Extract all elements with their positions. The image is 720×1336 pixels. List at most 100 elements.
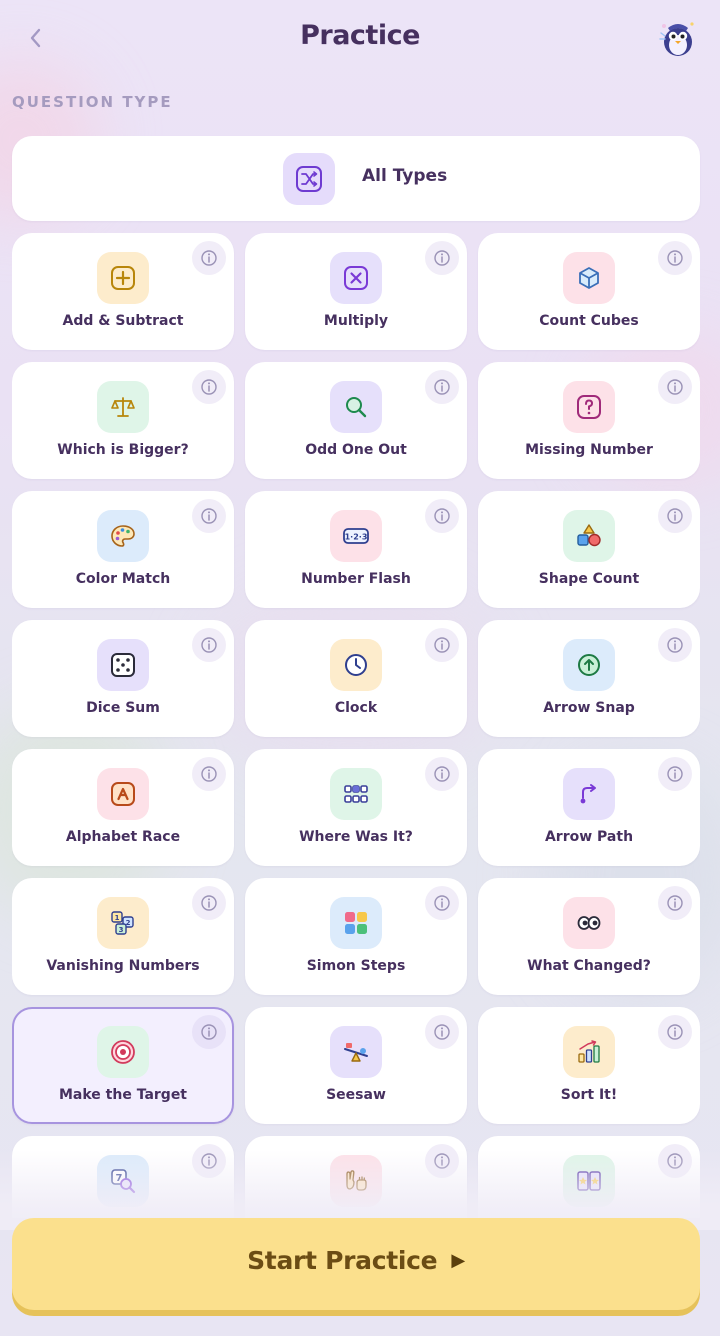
card-add-subtract[interactable]: Add & Subtract bbox=[12, 233, 234, 350]
info-icon[interactable] bbox=[192, 499, 226, 533]
info-icon[interactable] bbox=[192, 886, 226, 920]
info-icon[interactable] bbox=[425, 499, 459, 533]
card-vanishing-numbers[interactable]: 123 Vanishing Numbers bbox=[12, 878, 234, 995]
card-label: Dice Sum bbox=[86, 700, 160, 716]
card-label: Arrow Path bbox=[544, 829, 634, 845]
card-multiply[interactable]: Multiply bbox=[245, 233, 467, 350]
info-icon[interactable] bbox=[192, 241, 226, 275]
clock-icon bbox=[330, 639, 382, 691]
card-label: Which is Bigger? bbox=[57, 442, 189, 458]
card-label: Arrow Snap bbox=[543, 700, 635, 716]
bar-sort-icon bbox=[563, 1026, 615, 1078]
info-icon[interactable] bbox=[658, 757, 692, 791]
multiply-box-icon bbox=[330, 252, 382, 304]
page-title: Practice bbox=[300, 20, 420, 51]
grid-dots-icon bbox=[330, 768, 382, 820]
info-icon[interactable] bbox=[192, 628, 226, 662]
info-icon[interactable] bbox=[425, 370, 459, 404]
card-label: Color Match bbox=[75, 571, 171, 587]
card-which-is-bigger[interactable]: Which is Bigger? bbox=[12, 362, 234, 479]
card-label: Seesaw bbox=[326, 1087, 386, 1103]
card-alphabet-race[interactable]: Alphabet Race bbox=[12, 749, 234, 866]
card-label: Multiply bbox=[323, 313, 389, 329]
card-missing-number[interactable]: Missing Number bbox=[478, 362, 700, 479]
scale-icon bbox=[97, 381, 149, 433]
info-icon[interactable] bbox=[425, 1015, 459, 1049]
info-icon[interactable] bbox=[425, 886, 459, 920]
card-arrow-path[interactable]: Arrow Path bbox=[478, 749, 700, 866]
card-label: Simon Steps bbox=[306, 958, 406, 974]
play-icon: ▶ bbox=[451, 1250, 465, 1271]
card-odd-one-out[interactable]: Odd One Out bbox=[245, 362, 467, 479]
info-icon[interactable] bbox=[658, 241, 692, 275]
card-label: Add & Subtract bbox=[62, 313, 184, 329]
card-label: Shape Count bbox=[538, 571, 640, 587]
card-simon-steps[interactable]: Simon Steps bbox=[245, 878, 467, 995]
question-box-icon bbox=[563, 381, 615, 433]
plus-box-icon bbox=[97, 252, 149, 304]
card-what-changed[interactable]: What Changed? bbox=[478, 878, 700, 995]
svg-text:2: 2 bbox=[126, 919, 131, 927]
number-sequence-icon: 1·2·3 bbox=[330, 510, 382, 562]
card-label: Where Was It? bbox=[299, 829, 413, 845]
info-icon[interactable] bbox=[425, 757, 459, 791]
eyes-icon bbox=[563, 897, 615, 949]
question-type-grid: Add & Subtract Multiply Count Cubes Whic… bbox=[12, 233, 700, 1218]
card-label: What Changed? bbox=[527, 958, 651, 974]
cube-icon bbox=[563, 252, 615, 304]
card-label: Vanishing Numbers bbox=[46, 958, 200, 974]
card-label: Missing Number bbox=[525, 442, 653, 458]
info-icon[interactable] bbox=[192, 370, 226, 404]
info-icon[interactable] bbox=[658, 628, 692, 662]
arrow-up-circle-icon bbox=[563, 639, 615, 691]
palette-icon bbox=[97, 510, 149, 562]
card-clock[interactable]: Clock bbox=[245, 620, 467, 737]
svg-text:3: 3 bbox=[119, 926, 124, 934]
info-icon[interactable] bbox=[658, 370, 692, 404]
penguin-mascot-icon[interactable] bbox=[658, 16, 698, 58]
info-icon[interactable] bbox=[658, 1015, 692, 1049]
card-where-was-it[interactable]: Where Was It? bbox=[245, 749, 467, 866]
info-icon[interactable] bbox=[425, 241, 459, 275]
card-label: Make the Target bbox=[58, 1087, 188, 1103]
card-number-flash[interactable]: 1·2·3 Number Flash bbox=[245, 491, 467, 608]
start-practice-button[interactable]: Start Practice ▶ bbox=[12, 1218, 700, 1310]
card-dice-sum[interactable]: Dice Sum bbox=[12, 620, 234, 737]
card-make-the-target[interactable]: Make the Target bbox=[12, 1007, 234, 1124]
card-sort-it[interactable]: Sort It! bbox=[478, 1007, 700, 1124]
info-icon[interactable] bbox=[658, 886, 692, 920]
section-label: QUESTION TYPE bbox=[12, 93, 173, 111]
info-icon[interactable] bbox=[192, 757, 226, 791]
card-label: Sort It! bbox=[560, 1087, 618, 1103]
number-blocks-icon: 123 bbox=[97, 897, 149, 949]
svg-text:1·2·3: 1·2·3 bbox=[345, 533, 368, 542]
info-icon[interactable] bbox=[425, 628, 459, 662]
start-practice-label-row: Start Practice ▶ bbox=[12, 1246, 700, 1275]
svg-text:1: 1 bbox=[115, 914, 120, 922]
path-arrow-icon bbox=[563, 768, 615, 820]
info-icon[interactable] bbox=[658, 499, 692, 533]
letter-a-icon bbox=[97, 768, 149, 820]
target-icon bbox=[97, 1026, 149, 1078]
card-seesaw[interactable]: Seesaw bbox=[245, 1007, 467, 1124]
card-label: Number Flash bbox=[301, 571, 411, 587]
start-practice-label: Start Practice bbox=[247, 1246, 438, 1275]
all-types-label: All Types bbox=[362, 166, 448, 186]
card-label: Alphabet Race bbox=[65, 829, 181, 845]
info-icon[interactable] bbox=[192, 1015, 226, 1049]
shuffle-icon bbox=[283, 153, 335, 205]
magnifier-icon bbox=[330, 381, 382, 433]
card-label: Clock bbox=[334, 700, 378, 716]
all-types-button[interactable]: All Types bbox=[12, 136, 700, 221]
shapes-icon bbox=[563, 510, 615, 562]
header: Practice bbox=[0, 0, 720, 80]
card-label: Count Cubes bbox=[539, 313, 639, 329]
dice-icon bbox=[97, 639, 149, 691]
color-grid-icon bbox=[330, 897, 382, 949]
card-shape-count[interactable]: Shape Count bbox=[478, 491, 700, 608]
card-label: Odd One Out bbox=[305, 442, 407, 458]
card-color-match[interactable]: Color Match bbox=[12, 491, 234, 608]
card-count-cubes[interactable]: Count Cubes bbox=[478, 233, 700, 350]
seesaw-icon bbox=[330, 1026, 382, 1078]
card-arrow-snap[interactable]: Arrow Snap bbox=[478, 620, 700, 737]
